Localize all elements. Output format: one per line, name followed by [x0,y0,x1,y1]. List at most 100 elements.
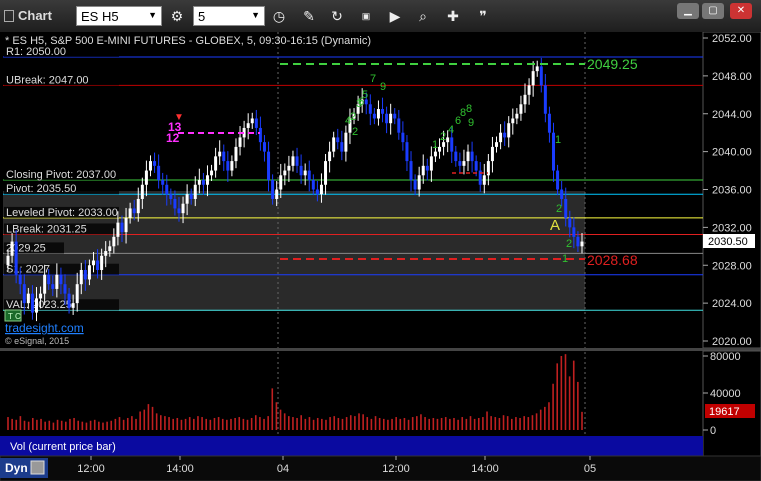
candle-body [295,156,299,166]
candle-body [336,137,340,143]
zoom-icon[interactable]: ⌕ [412,5,434,27]
chart-area[interactable]: 2052.00 2048.00 2044.00 2040.00 2036.00 2032.… [0,32,761,481]
play-icon[interactable]: ▶ [384,5,406,27]
candle-body [425,165,429,171]
link-icon[interactable] [30,460,45,475]
candle-body [132,208,136,214]
candle-body [120,222,124,233]
cursor-icon[interactable]: ↻ [326,5,348,27]
quote-icon[interactable]: ❞ [472,5,494,27]
candle-body [311,180,315,190]
candle-body [474,161,478,171]
candle-body [144,170,148,185]
candle-body [385,113,389,124]
symbol-value: ES H5 [81,9,119,24]
candle-body [454,151,458,162]
candle-body [523,94,527,105]
level-label-ubreak: UBreak: 2047.00 [6,74,89,86]
image-icon[interactable]: ▣ [355,5,377,27]
candle-body [462,161,466,166]
a-signal-label: A [550,217,560,234]
candle-body [275,189,279,199]
candle-body [34,298,38,313]
candle-body [543,85,547,114]
candle-body [372,113,376,119]
dyn-label: Dyn [5,461,28,475]
close-button[interactable]: ✕ [730,3,752,19]
candle-body [116,222,120,237]
maximize-button[interactable]: ▢ [702,3,724,19]
candle-body [291,156,295,166]
candle-body [328,151,332,162]
time-tick-label: 14:00 [471,463,499,475]
candle-body [96,260,100,270]
symbol-combo[interactable]: ES H5 ▼ [76,6,162,26]
minimize-button[interactable]: ▁ [677,3,699,19]
cross-icon[interactable]: ✚ [442,5,464,27]
candle-body [201,180,205,185]
candle-body [495,142,499,147]
level-label-lbreak: LBreak: 2031.25 [6,223,87,235]
chevron-down-icon[interactable]: ▼ [251,10,260,20]
sequence-count: 9 [380,81,386,93]
time-tick-label: 14:00 [166,463,194,475]
tc-badge-text: T C [8,312,21,321]
sequence-count: 1 [555,134,561,146]
pane-separator[interactable] [0,348,761,351]
interval-value: 5 [198,9,206,24]
candle-body [238,137,242,147]
candle-body [499,132,503,143]
magenta-count-12: 12 [166,131,180,145]
candle-body [389,113,393,124]
clock-icon[interactable]: ◷ [268,5,290,27]
candle-body [324,161,328,185]
candle-body [450,137,454,152]
price-tick-label: 2036.00 [712,185,752,197]
candle-body [547,113,551,133]
candle-body [429,156,433,171]
candle-body [169,194,173,199]
low-marker-label: 2028.68 [587,252,638,268]
price-tick-label: 2052.00 [712,33,752,45]
price-tick-label: 2032.00 [712,222,752,234]
candle-body [218,151,222,157]
chart-window-icon [4,10,14,22]
candle-body [340,142,344,152]
sequence-count: 4 [448,124,454,136]
time-axis[interactable] [0,455,761,481]
candle-body [79,269,83,285]
window-title: Chart [18,8,52,23]
watermark[interactable]: tradesight.com [5,321,84,335]
sequence-count: 6 [455,115,461,127]
candle-body [519,104,523,114]
interval-combo[interactable]: 5 ▼ [193,6,265,26]
volume-legend-label: Vol (current price bar) [10,441,116,453]
candle-body [405,142,409,162]
candle-body [527,85,531,95]
volume-tick-label: 80000 [710,351,741,363]
candle-body [153,161,157,166]
candle-body [279,175,283,190]
level-label-leveled_pivot: Leveled Pivot: 2033.00 [6,207,118,219]
pencil-icon[interactable]: ✎ [298,5,320,27]
candle-body [140,184,144,199]
settings-icon[interactable]: ⚙ [166,5,188,27]
candle-body [319,184,323,195]
candle-body [22,284,26,304]
candle-body [71,303,75,308]
volume-axis[interactable] [702,350,761,457]
candle-body [165,184,169,195]
candle-body [580,241,584,247]
sequence-count: 1 [432,139,438,151]
candle-body [185,194,189,204]
chevron-down-icon[interactable]: ▼ [148,10,157,20]
candle-body [572,227,576,237]
candle-body [393,113,397,119]
candle-body [507,123,511,138]
candle-body [564,198,568,218]
price-tick-label: 2048.00 [712,71,752,83]
candle-body [59,274,63,285]
time-tick-label: 12:00 [382,463,410,475]
candle-body [128,208,132,218]
candle-body [87,265,91,280]
